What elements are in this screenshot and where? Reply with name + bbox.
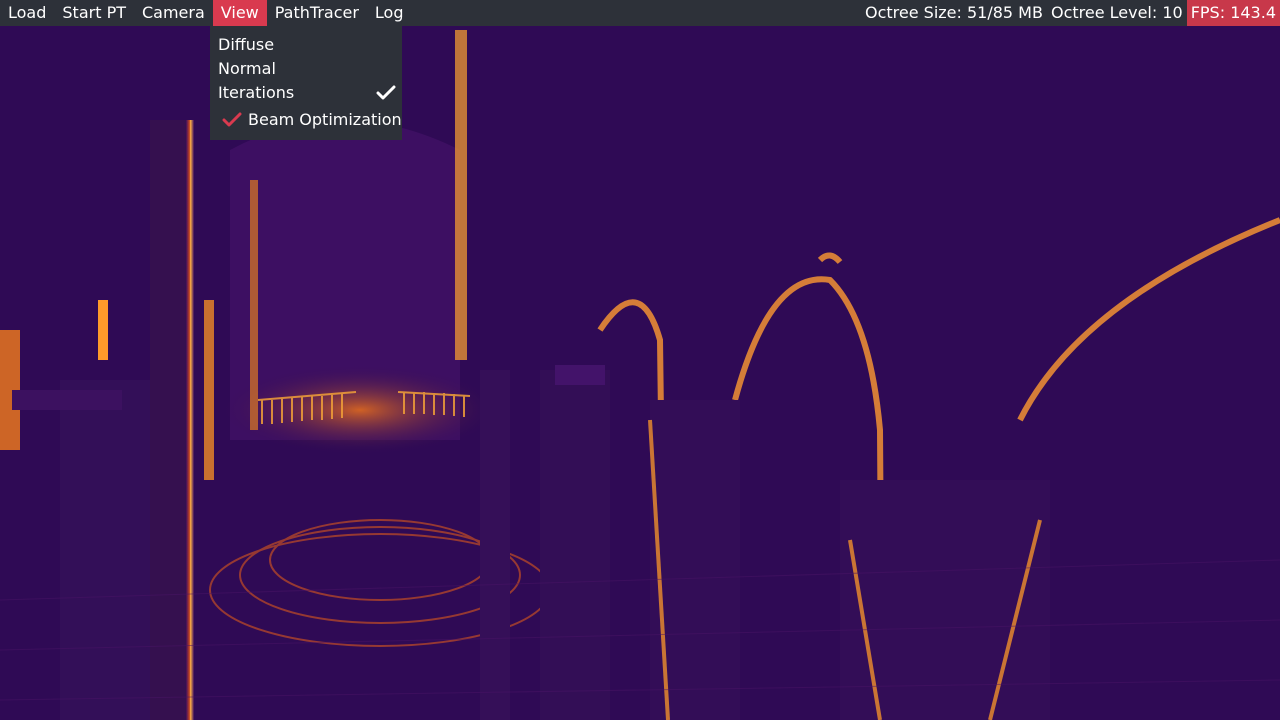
menu-load[interactable]: Load — [0, 0, 54, 26]
menu-option-beam-optimization[interactable]: Beam Optimization — [222, 109, 402, 131]
fps-readout: FPS: 143.4 — [1186, 0, 1280, 26]
beam-check-icon — [222, 111, 242, 135]
octree-level-readout: Octree Level: 10 — [1050, 3, 1183, 22]
view-dropdown-menu: Diffuse Normal Iterations Beam Optimizat… — [210, 26, 402, 140]
menu-option-diffuse[interactable]: Diffuse — [218, 34, 274, 56]
menu-option-iterations[interactable]: Iterations — [218, 82, 396, 104]
menu-log[interactable]: Log — [367, 0, 412, 26]
menu-camera[interactable]: Camera — [134, 0, 213, 26]
menu-pathtracer[interactable]: PathTracer — [267, 0, 367, 26]
menu-option-iterations-label: Iterations — [218, 83, 295, 102]
menu-bar: Load Start PT Camera View PathTracer Log… — [0, 0, 1280, 26]
menu-start-pt[interactable]: Start PT — [54, 0, 134, 26]
render-viewport[interactable] — [0, 0, 1280, 720]
iterations-heatmap-render — [0, 0, 1280, 720]
menu-option-normal[interactable]: Normal — [218, 58, 276, 80]
menu-option-beam-optimization-label: Beam Optimization — [248, 110, 402, 129]
check-icon — [376, 84, 396, 106]
menu-view[interactable]: View — [212, 0, 267, 26]
menu-spacer — [412, 0, 862, 26]
octree-size-readout: Octree Size: 51/85 MB — [865, 3, 1043, 22]
